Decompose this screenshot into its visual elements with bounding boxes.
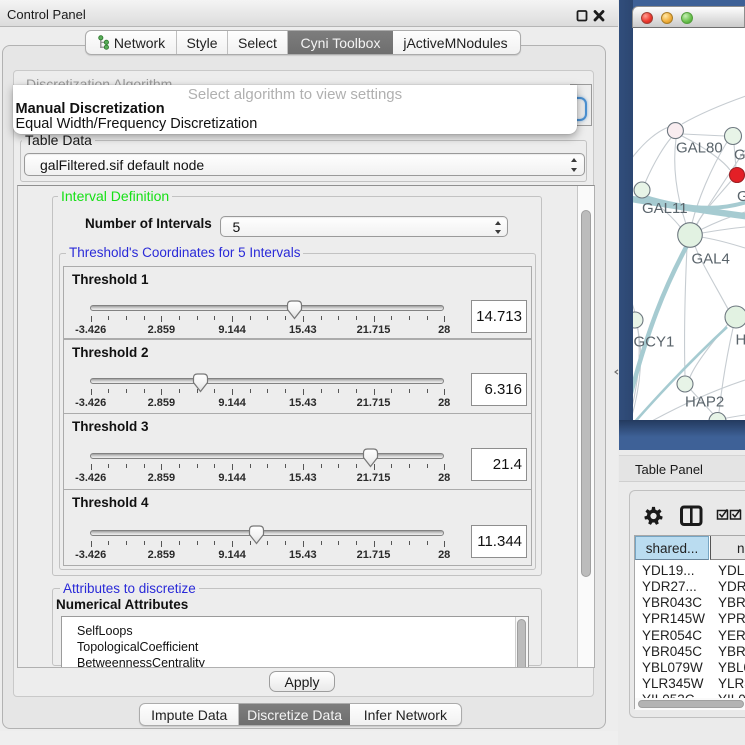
- svg-text:HAP2: HAP2: [685, 394, 724, 411]
- svg-text:GCY1: GCY1: [634, 334, 675, 351]
- svg-text:GAL11: GAL11: [642, 200, 688, 217]
- svg-text:GAL80: GAL80: [676, 140, 723, 157]
- svg-text:GAL4: GAL4: [692, 251, 730, 268]
- svg-text:G: G: [737, 188, 745, 205]
- svg-text:H: H: [736, 332, 745, 349]
- svg-text:GA: GA: [734, 147, 745, 164]
